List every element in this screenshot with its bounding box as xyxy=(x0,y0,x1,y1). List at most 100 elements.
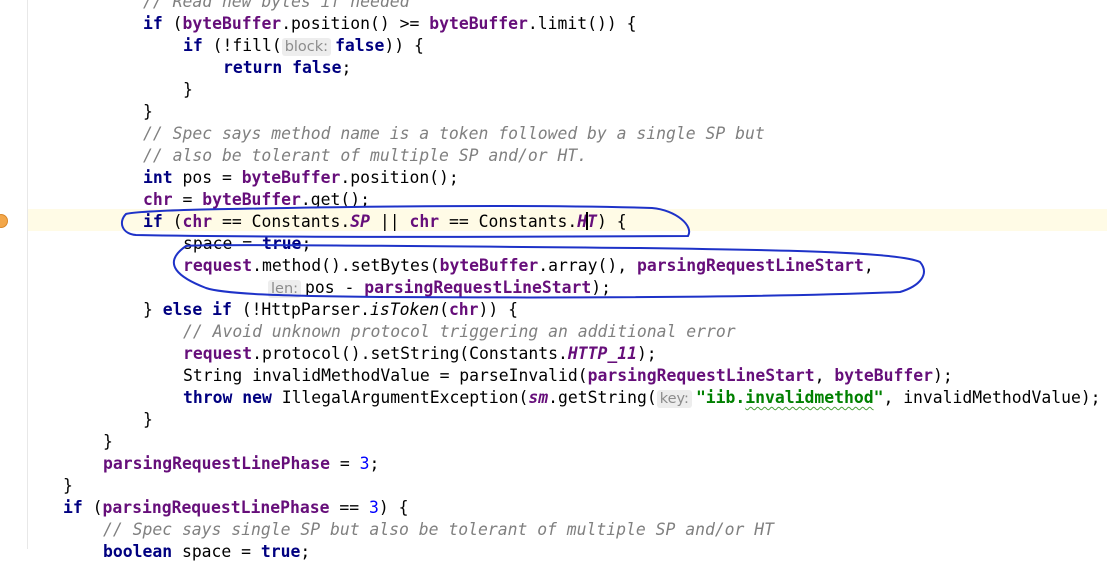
code-line[interactable]: len: pos - parsingRequestLineStart); xyxy=(268,277,611,299)
keyword: if xyxy=(63,498,83,517)
field: parsingRequestLineStart xyxy=(364,278,592,297)
code-text: ; xyxy=(301,234,312,253)
code-line[interactable]: return false; xyxy=(223,57,351,79)
code-text: ); xyxy=(636,344,657,363)
keyword: boolean xyxy=(103,542,173,561)
comment: // Spec says single SP but also be toler… xyxy=(103,520,775,539)
code-text: .protocol().setString(Constants. xyxy=(252,344,568,363)
code-line[interactable]: } xyxy=(103,431,113,453)
code-text: == xyxy=(329,498,369,517)
code-line[interactable]: space = true; xyxy=(183,233,311,255)
code-text: ) { xyxy=(597,212,627,231)
code-text: , xyxy=(814,366,835,385)
code-line[interactable]: } xyxy=(63,475,73,497)
code-text: } xyxy=(183,80,193,99)
code-text: .getString( xyxy=(548,388,657,407)
code-line[interactable]: // also be tolerant of multiple SP and/o… xyxy=(143,145,587,167)
code-line[interactable]: // Spec says method name is a token foll… xyxy=(143,123,765,145)
field: chr xyxy=(182,212,213,231)
static-field: sm xyxy=(528,388,549,407)
code-text: == Constants. xyxy=(439,212,578,231)
code-line[interactable]: parsingRequestLinePhase = 3; xyxy=(103,453,379,475)
code-line[interactable]: } xyxy=(143,409,153,431)
field: byteBuffer xyxy=(202,190,301,209)
code-line[interactable]: request.method().setBytes(byteBuffer.arr… xyxy=(183,255,874,277)
code-text: = xyxy=(232,234,262,253)
code-line[interactable]: if (parsingRequestLinePhase == 3) { xyxy=(63,497,408,519)
code-editor[interactable]: // Read new bytes if needed if (byteBuff… xyxy=(0,0,1107,561)
number-literal: 3 xyxy=(368,498,379,517)
code-text: } xyxy=(143,300,163,319)
code-text: )) { xyxy=(478,300,519,319)
code-text: )) { xyxy=(384,36,424,55)
code-text: .method().setBytes( xyxy=(252,256,440,275)
code-text: } xyxy=(63,476,73,495)
code-line[interactable]: boolean space = true; xyxy=(103,541,310,563)
code-line[interactable]: } else if (!HttpParser.isToken(chr)) { xyxy=(143,299,518,321)
code-text: space = xyxy=(172,542,261,561)
keyword: false xyxy=(335,36,385,55)
field: parsingRequestLinePhase xyxy=(103,454,330,473)
field: byteBuffer xyxy=(241,168,341,187)
code-text: ); xyxy=(933,366,953,385)
code-line[interactable]: String invalidMethodValue = parseInvalid… xyxy=(183,365,953,387)
code-text: .get(); xyxy=(300,190,370,209)
code-line[interactable]: if (byteBuffer.position() >= byteBuffer.… xyxy=(143,13,636,35)
code-line[interactable]: if (!fill(block: false)) { xyxy=(183,35,424,57)
code-text: } xyxy=(143,410,153,429)
keyword: throw xyxy=(183,388,233,407)
code-text: = xyxy=(172,190,203,209)
code-line[interactable]: throw new IllegalArgumentException(sm.ge… xyxy=(183,387,1101,409)
code-text: ); xyxy=(591,278,611,297)
code-line[interactable]: } xyxy=(143,101,153,123)
keyword: return xyxy=(223,58,283,77)
string-literal: " xyxy=(873,388,884,407)
parameter-hint: block: xyxy=(281,38,332,56)
keyword: int xyxy=(143,168,173,187)
keyword: true xyxy=(261,234,302,253)
comment: // also be tolerant of multiple SP and/o… xyxy=(143,146,588,165)
code-text: ( xyxy=(162,212,183,231)
code-text: .limit()) { xyxy=(527,14,637,33)
code-text: } xyxy=(103,432,113,451)
code-text: pos = xyxy=(172,168,242,187)
comment: // Spec says method name is a token foll… xyxy=(143,124,765,143)
code-text: , xyxy=(863,256,874,275)
static-field: SP xyxy=(350,212,371,231)
code-line[interactable]: int pos = byteBuffer.position(); xyxy=(143,167,459,189)
code-text: = xyxy=(329,454,360,473)
field: chr xyxy=(143,190,173,209)
code-text: ; xyxy=(341,58,352,77)
code-line[interactable]: request.protocol().setString(Constants.H… xyxy=(183,343,657,365)
code-line[interactable]: // Spec says single SP but also be toler… xyxy=(103,519,774,541)
parameter-hint: len: xyxy=(268,280,302,298)
number-literal: 3 xyxy=(359,454,370,473)
static-field: T xyxy=(587,212,598,231)
field: parsingRequestLinePhase xyxy=(102,498,330,517)
field: byteBuffer xyxy=(182,14,282,33)
code-line-current[interactable]: if (chr == Constants.SP || chr == Consta… xyxy=(143,211,627,233)
comment: // Read new bytes if needed xyxy=(143,0,410,11)
code-text: (!HttpParser. xyxy=(231,300,370,319)
keyword: false xyxy=(292,58,342,77)
code-text: == Constants. xyxy=(212,212,351,231)
code-text: , invalidMethodValue); xyxy=(883,388,1101,407)
code-text: .position(); xyxy=(340,168,459,187)
code-line[interactable]: // Read new bytes if needed xyxy=(143,0,409,13)
code-line[interactable]: chr = byteBuffer.get(); xyxy=(143,189,370,211)
field: byteBuffer xyxy=(429,14,528,33)
parameter-hint: key: xyxy=(656,390,692,408)
static-method: isToken xyxy=(369,300,440,319)
code-text: ( xyxy=(439,300,449,319)
code-text: IllegalArgumentException( xyxy=(271,388,529,407)
code-text: ) { xyxy=(378,498,409,517)
static-field: HTTP_11 xyxy=(567,344,637,363)
code-text: pos - xyxy=(305,278,365,297)
code-line[interactable]: } xyxy=(183,79,193,101)
code-text: .array(), xyxy=(538,256,637,275)
code-line[interactable]: // Avoid unknown protocol triggering an … xyxy=(183,321,736,343)
keyword: new xyxy=(242,388,272,407)
code-text: ; xyxy=(300,542,311,561)
code-text: } xyxy=(143,102,153,121)
code-text: (!fill( xyxy=(202,36,282,55)
